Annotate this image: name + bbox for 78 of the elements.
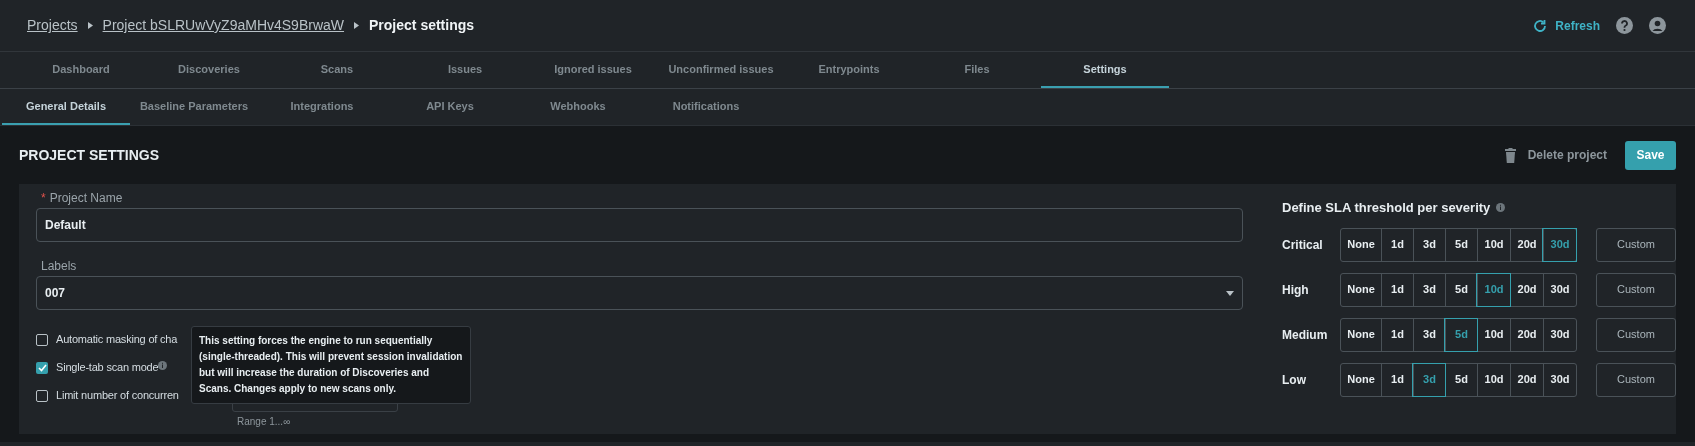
option-button[interactable]: 20d — [1510, 363, 1543, 396]
option-button[interactable]: 1d — [1381, 228, 1413, 261]
option-button[interactable]: None — [1341, 228, 1381, 261]
option-button[interactable]: 1d — [1381, 273, 1413, 306]
tab[interactable]: Ignored issues — [529, 52, 657, 88]
field-label: Project Name — [49, 190, 123, 207]
severity-label: Medium — [1282, 326, 1329, 344]
option-button[interactable]: 5d — [1445, 273, 1477, 306]
tab[interactable]: Unconfirmed issues — [657, 52, 785, 88]
input-field[interactable]: Default — [36, 208, 1243, 242]
page-title: PROJECT SETTINGS — [19, 145, 160, 165]
option-button[interactable]: 1d — [1381, 318, 1413, 351]
option-button[interactable]: None — [1341, 318, 1381, 351]
option-button[interactable]: 20d — [1510, 318, 1543, 351]
breadcrumb-current: Project settings — [369, 16, 475, 35]
option-button[interactable]: 5d — [1445, 228, 1477, 261]
refresh-icon — [1533, 18, 1548, 33]
option-button[interactable]: 3d — [1413, 363, 1445, 396]
field-label: Labels — [41, 258, 77, 275]
option-button[interactable]: 10d — [1477, 273, 1510, 306]
custom-button[interactable]: Custom — [1596, 317, 1676, 352]
checkbox-label: Limit number of concurren — [56, 388, 179, 404]
tab[interactable]: Issues — [401, 52, 529, 88]
tab[interactable]: API Keys — [386, 89, 514, 125]
tab[interactable]: Scans — [273, 52, 401, 88]
trash-icon — [1504, 147, 1516, 163]
tab[interactable]: Dashboard — [17, 52, 145, 88]
option-button[interactable]: 5d — [1445, 318, 1477, 351]
checkbox[interactable] — [36, 333, 48, 346]
tab[interactable]: Settings — [1041, 52, 1169, 88]
help-icon[interactable] — [1616, 17, 1633, 34]
tab[interactable]: Files — [913, 52, 1041, 88]
option-button[interactable]: 30d — [1543, 363, 1576, 396]
select-field[interactable]: 007 — [36, 276, 1243, 310]
option-button[interactable]: None — [1341, 363, 1381, 396]
option-button[interactable]: 10d — [1477, 228, 1510, 261]
breadcrumb-link[interactable]: Projects — [27, 15, 78, 36]
breadcrumb-separator-icon — [87, 22, 93, 29]
delete-project-button[interactable]: Delete project — [1504, 146, 1607, 164]
checkbox[interactable] — [36, 389, 48, 402]
info-icon — [1496, 203, 1506, 213]
option-button[interactable]: 20d — [1510, 228, 1543, 261]
tab[interactable]: Baseline Parameters — [130, 89, 258, 125]
option-button[interactable]: 3d — [1413, 318, 1445, 351]
option-button[interactable]: 10d — [1477, 363, 1510, 396]
field-hint: Range 1...∞ — [237, 415, 291, 429]
tab[interactable]: Entrypoints — [785, 52, 913, 88]
option-button[interactable]: 30d — [1543, 318, 1576, 351]
option-button[interactable]: 1d — [1381, 363, 1413, 396]
refresh-button[interactable]: Refresh — [1533, 16, 1600, 35]
severity-label: High — [1282, 281, 1310, 299]
caret-icon — [1226, 290, 1234, 296]
option-button[interactable]: 5d — [1445, 363, 1477, 396]
tab[interactable]: Notifications — [642, 89, 770, 125]
tab[interactable]: Webhooks — [514, 89, 642, 125]
custom-button[interactable]: Custom — [1596, 227, 1676, 262]
tooltip: This setting forces the engine to run sequentially (single-threaded). This will prevent session invalidation but will increase the duration of Discoveries and Scans. Changes apply to new scans only. — [191, 326, 471, 404]
breadcrumb-separator-icon — [354, 22, 360, 29]
tab[interactable]: Discoveries — [145, 52, 273, 88]
option-button[interactable]: 3d — [1413, 228, 1445, 261]
checkbox[interactable] — [36, 361, 48, 374]
option-button[interactable]: 10d — [1477, 318, 1510, 351]
option-button[interactable]: 30d — [1543, 228, 1576, 261]
severity-label: Critical — [1282, 236, 1324, 254]
option-button[interactable]: 20d — [1510, 273, 1543, 306]
severity-label: Low — [1282, 371, 1307, 389]
checkbox-label: Single-tab scan mode — [56, 360, 159, 376]
user-avatar-icon[interactable] — [1649, 17, 1666, 34]
custom-button[interactable]: Custom — [1596, 272, 1676, 307]
option-button[interactable]: None — [1341, 273, 1381, 306]
required-asterisk: * — [41, 190, 46, 207]
checkbox-label: Automatic masking of cha — [56, 332, 178, 348]
option-button[interactable]: 3d — [1413, 273, 1445, 306]
breadcrumb-link[interactable]: Project bSLRUwVyZ9aMHv4S9BrwaW — [102, 15, 345, 36]
tab[interactable]: Integrations — [258, 89, 386, 125]
custom-button[interactable]: Custom — [1596, 362, 1676, 397]
option-button[interactable]: 30d — [1543, 273, 1576, 306]
sla-title: Define SLA threshold per severity — [1282, 199, 1491, 217]
